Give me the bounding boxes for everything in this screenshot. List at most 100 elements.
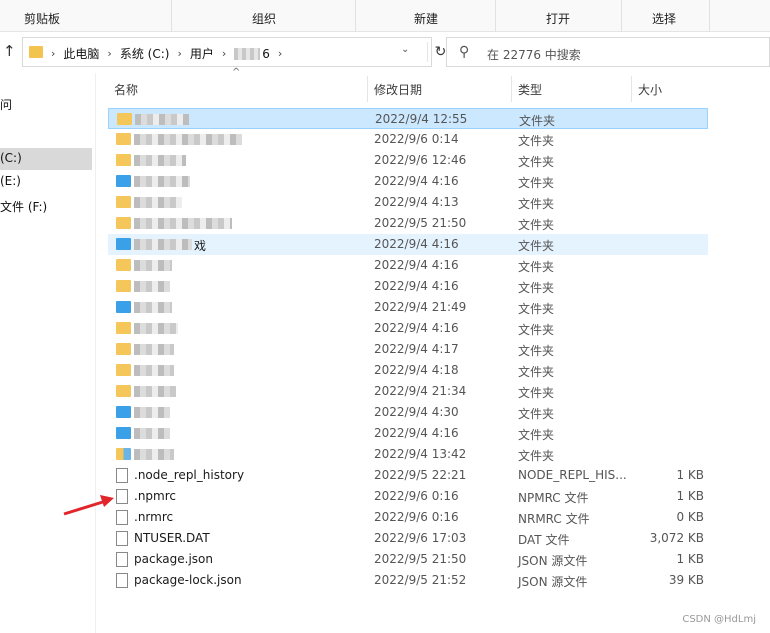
folder-row[interactable]: 2022/9/4 21:49 文件夹 [108, 297, 708, 318]
ribbon-group-clipboard[interactable]: 剪贴板 [0, 0, 172, 32]
column-type[interactable]: 类型 [512, 76, 632, 102]
file-name: NTUSER.DAT [134, 531, 210, 545]
folder-row[interactable]: 2022/9/4 4:16 文件夹 [108, 423, 708, 444]
nav-item-quick-access[interactable]: 问 [0, 93, 92, 115]
folder-row[interactable]: 2022/9/5 21:50 文件夹 [108, 213, 708, 234]
file-row[interactable]: package-lock.json 2022/9/5 21:52 JSON 源文件 3… [108, 570, 708, 591]
folder-row[interactable]: 戏 2022/9/4 4:16 文件夹 [108, 234, 708, 255]
column-date-modified[interactable]: 修改日期 [368, 76, 512, 102]
folder-icon [116, 280, 131, 292]
date-modified: 2022/9/4 4:16 [374, 279, 459, 293]
breadcrumb: › 此电脑 › 系统 (C:) › 用户 › 6 › [51, 45, 290, 62]
folder-icon [116, 343, 131, 355]
file-row[interactable]: .npmrc 2022/9/6 0:16 NPMRC 文件 1 KB [108, 486, 708, 507]
folder-icon [116, 406, 131, 418]
file-type: 文件夹 [518, 260, 555, 274]
date-modified: 2022/9/4 21:34 [374, 384, 467, 398]
date-modified: 2022/9/4 4:16 [374, 174, 459, 188]
file-type: 文件夹 [518, 449, 555, 463]
folder-row[interactable]: 2022/9/4 4:30 文件夹 [108, 402, 708, 423]
folder-icon [116, 364, 131, 376]
chevron-right-icon[interactable]: › [107, 47, 111, 60]
file-type: 文件夹 [518, 218, 555, 232]
file-row[interactable]: NTUSER.DAT 2022/9/6 17:03 DAT 文件 3,072 KB [108, 528, 708, 549]
folder-row[interactable]: 2022/9/4 4:16 文件夹 [108, 318, 708, 339]
blurred-folder-name [134, 407, 170, 418]
folder-icon [116, 175, 131, 187]
chevron-right-icon[interactable]: › [177, 47, 181, 60]
folder-name-fragment: 戏 [194, 239, 207, 253]
annotation-arrow-icon [63, 495, 114, 516]
file-type: 文件夹 [518, 407, 555, 421]
folder-row[interactable]: 2022/9/4 4:16 文件夹 [108, 255, 708, 276]
breadcrumb-users[interactable]: 用户 [190, 45, 214, 62]
column-name[interactable]: 名称 [108, 76, 368, 102]
date-modified: 2022/9/4 4:16 [374, 258, 459, 272]
ribbon-group-organize[interactable]: 组织 [172, 0, 356, 32]
blurred-folder-name [134, 302, 172, 313]
folder-row[interactable]: 2022/9/6 0:14 文件夹 [108, 129, 708, 150]
folder-row[interactable]: 2022/9/4 4:13 文件夹 [108, 192, 708, 213]
ribbon-group-open[interactable]: 打开 [496, 0, 622, 32]
folder-row[interactable]: 2022/9/4 4:17 文件夹 [108, 339, 708, 360]
ribbon-label-open: 打开 [546, 12, 571, 26]
file-type: 文件夹 [518, 176, 555, 190]
file-type: DAT 文件 [518, 533, 570, 547]
folder-row[interactable]: 2022/9/4 4:16 文件夹 [108, 171, 708, 192]
chevron-right-icon[interactable]: › [278, 47, 282, 60]
column-size[interactable]: 大小 [632, 76, 708, 102]
chevron-right-icon[interactable]: › [51, 47, 55, 60]
folder-row[interactable]: 2022/9/4 13:42 文件夹 [108, 444, 708, 465]
file-type: 文件夹 [518, 155, 555, 169]
ribbon-group-new[interactable]: 新建 [356, 0, 496, 32]
file-icon [116, 531, 128, 546]
date-modified: 2022/9/5 21:50 [374, 552, 467, 566]
nav-item-drive-c[interactable]: (C:) [0, 148, 92, 170]
address-bar[interactable]: › 此电脑 › 系统 (C:) › 用户 › 6 › ⌄ ↻ [22, 37, 446, 67]
file-row[interactable]: package.json 2022/9/5 21:50 JSON 源文件 1 KB [108, 549, 708, 570]
date-modified: 2022/9/4 4:16 [374, 237, 459, 251]
watermark: CSDN @HdLmj [682, 614, 756, 625]
file-icon [116, 573, 128, 588]
date-modified: 2022/9/5 22:21 [374, 468, 467, 482]
file-type: 文件夹 [518, 386, 555, 400]
date-modified: 2022/9/5 21:50 [374, 216, 467, 230]
search-box[interactable]: ⚲ 在 22776 中搜索 [446, 37, 770, 67]
file-name: .node_repl_history [134, 468, 245, 482]
folder-icon [116, 259, 131, 271]
blurred-folder-name [134, 155, 186, 166]
nav-item-drive-f[interactable]: 文件 (F:) [0, 195, 92, 217]
folder-row[interactable]: 2022/9/4 4:16 文件夹 [108, 276, 708, 297]
date-modified: 2022/9/6 0:16 [374, 510, 459, 524]
breadcrumb-user-blurred[interactable] [234, 47, 261, 60]
file-size: 1 KB [676, 489, 704, 503]
file-size: 1 KB [676, 552, 704, 566]
chevron-right-icon[interactable]: › [222, 47, 226, 60]
blurred-folder-name [134, 239, 192, 250]
breadcrumb-system-c[interactable]: 系统 (C:) [120, 45, 170, 62]
folder-row[interactable]: 2022/9/4 12:55 文件夹 [108, 108, 708, 129]
ribbon-label-organize: 组织 [252, 12, 277, 26]
ribbon-group-select[interactable]: 选择 [622, 0, 710, 32]
nav-item-drive-e[interactable]: (E:) [0, 171, 92, 193]
file-row[interactable]: .node_repl_history 2022/9/5 22:21 NODE_REP… [108, 465, 708, 486]
folder-icon [116, 322, 131, 334]
date-modified: 2022/9/5 21:52 [374, 573, 467, 587]
breadcrumb-this-pc[interactable]: 此电脑 [63, 45, 99, 62]
file-row[interactable]: .nrmrc 2022/9/6 0:16 NRMRC 文件 0 KB [108, 507, 708, 528]
search-input[interactable]: 在 22776 中搜索 [487, 46, 581, 63]
file-type: NRMRC 文件 [518, 512, 590, 526]
file-size: 39 KB [668, 573, 704, 587]
chevron-down-icon[interactable]: ⌄ [401, 44, 419, 55]
folder-icon [116, 154, 131, 166]
breadcrumb-user-tail: 6 [262, 46, 270, 61]
blurred-folder-name [134, 134, 242, 145]
date-modified: 2022/9/4 12:55 [375, 112, 468, 126]
folder-row[interactable]: 2022/9/4 4:18 文件夹 [108, 360, 708, 381]
folder-row[interactable]: 2022/9/6 12:46 文件夹 [108, 150, 708, 171]
file-type: JSON 源文件 [518, 575, 588, 589]
file-type: 文件夹 [518, 428, 555, 442]
folder-row[interactable]: 2022/9/4 21:34 文件夹 [108, 381, 708, 402]
up-arrow-icon[interactable]: ↑ [3, 42, 19, 62]
file-type: JSON 源文件 [518, 554, 588, 568]
